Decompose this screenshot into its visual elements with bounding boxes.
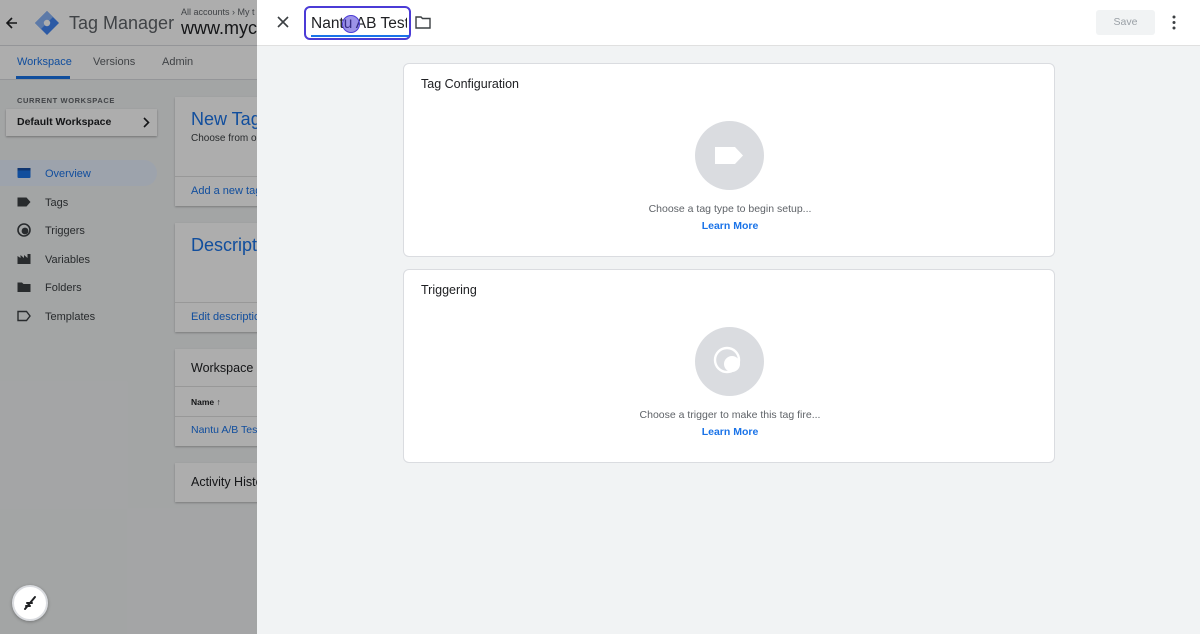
tag-configuration-hint: Choose a tag type to begin setup... bbox=[648, 203, 812, 215]
tag-icon bbox=[715, 147, 743, 164]
tag-name-underline bbox=[311, 35, 409, 37]
tag-name-field[interactable]: Nantu AB Test 1 bbox=[304, 6, 411, 40]
save-button[interactable]: Save bbox=[1096, 10, 1155, 35]
tag-configuration-title: Tag Configuration bbox=[421, 77, 519, 91]
trigger-icon bbox=[713, 346, 741, 374]
sheet-header: Nantu AB Test 1 Save bbox=[257, 0, 1200, 46]
trigger-placeholder[interactable] bbox=[695, 327, 764, 396]
triggering-learn-more-link[interactable]: Learn More bbox=[404, 426, 1056, 438]
quill-icon bbox=[24, 596, 36, 610]
close-icon[interactable] bbox=[275, 14, 291, 30]
assistant-button[interactable] bbox=[12, 585, 48, 621]
tag-configuration-panel[interactable]: Tag Configuration Choose a tag type to b… bbox=[403, 63, 1055, 257]
triggering-hint: Choose a trigger to make this tag fire..… bbox=[639, 409, 821, 421]
triggering-title: Triggering bbox=[421, 283, 477, 297]
tag-configuration-learn-more-link[interactable]: Learn More bbox=[404, 220, 1056, 232]
tag-type-placeholder[interactable] bbox=[695, 121, 764, 190]
triggering-panel[interactable]: Triggering Choose a trigger to make this… bbox=[403, 269, 1055, 463]
tag-editor-sheet: Nantu AB Test 1 Save Tag Configuration C… bbox=[257, 0, 1200, 634]
click-cursor-indicator bbox=[342, 15, 360, 33]
folder-icon[interactable] bbox=[415, 15, 431, 29]
more-vert-icon[interactable] bbox=[1171, 15, 1177, 30]
